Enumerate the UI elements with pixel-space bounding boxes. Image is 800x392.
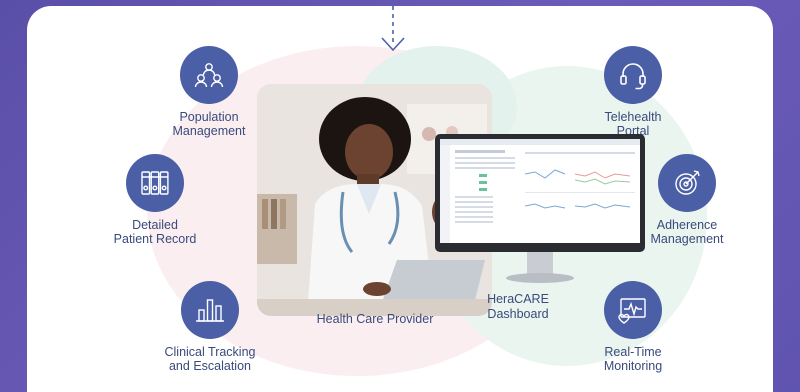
diagram-card: Population Management Detailed Patient R… bbox=[27, 6, 773, 392]
node-label-monitoring: Real-Time Monitoring bbox=[603, 345, 663, 373]
caption-health-care-provider: Health Care Provider bbox=[316, 312, 434, 326]
node-label-patient-record: Detailed Patient Record bbox=[113, 218, 197, 246]
node-label-clinical: Clinical Tracking and Escalation bbox=[164, 345, 256, 373]
people-icon bbox=[180, 46, 238, 104]
node-label-population: Population Management bbox=[172, 110, 246, 138]
node-real-time-monitoring: Real-Time Monitoring bbox=[568, 281, 698, 373]
node-patient-record: Detailed Patient Record bbox=[90, 154, 220, 246]
down-arrow-icon bbox=[381, 6, 405, 52]
heart-monitor-icon bbox=[604, 281, 662, 339]
headset-icon bbox=[604, 46, 662, 104]
node-telehealth-portal: Telehealth Portal bbox=[568, 46, 698, 138]
target-icon bbox=[658, 154, 716, 212]
dashboard-monitor bbox=[435, 134, 645, 283]
node-clinical-tracking: Clinical Tracking and Escalation bbox=[145, 281, 275, 373]
caption-heracare-dashboard: HeraCARE Dashboard bbox=[487, 292, 549, 321]
node-population-management: Population Management bbox=[144, 46, 274, 138]
bar-chart-icon bbox=[181, 281, 239, 339]
binders-icon bbox=[126, 154, 184, 212]
